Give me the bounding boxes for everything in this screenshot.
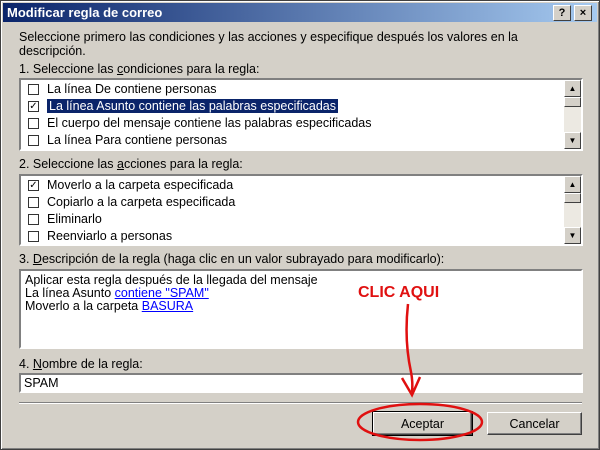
annotation-overlay (356, 303, 484, 442)
annotation-arrow-icon (405, 303, 414, 393)
annotation-circle-icon (356, 402, 484, 442)
